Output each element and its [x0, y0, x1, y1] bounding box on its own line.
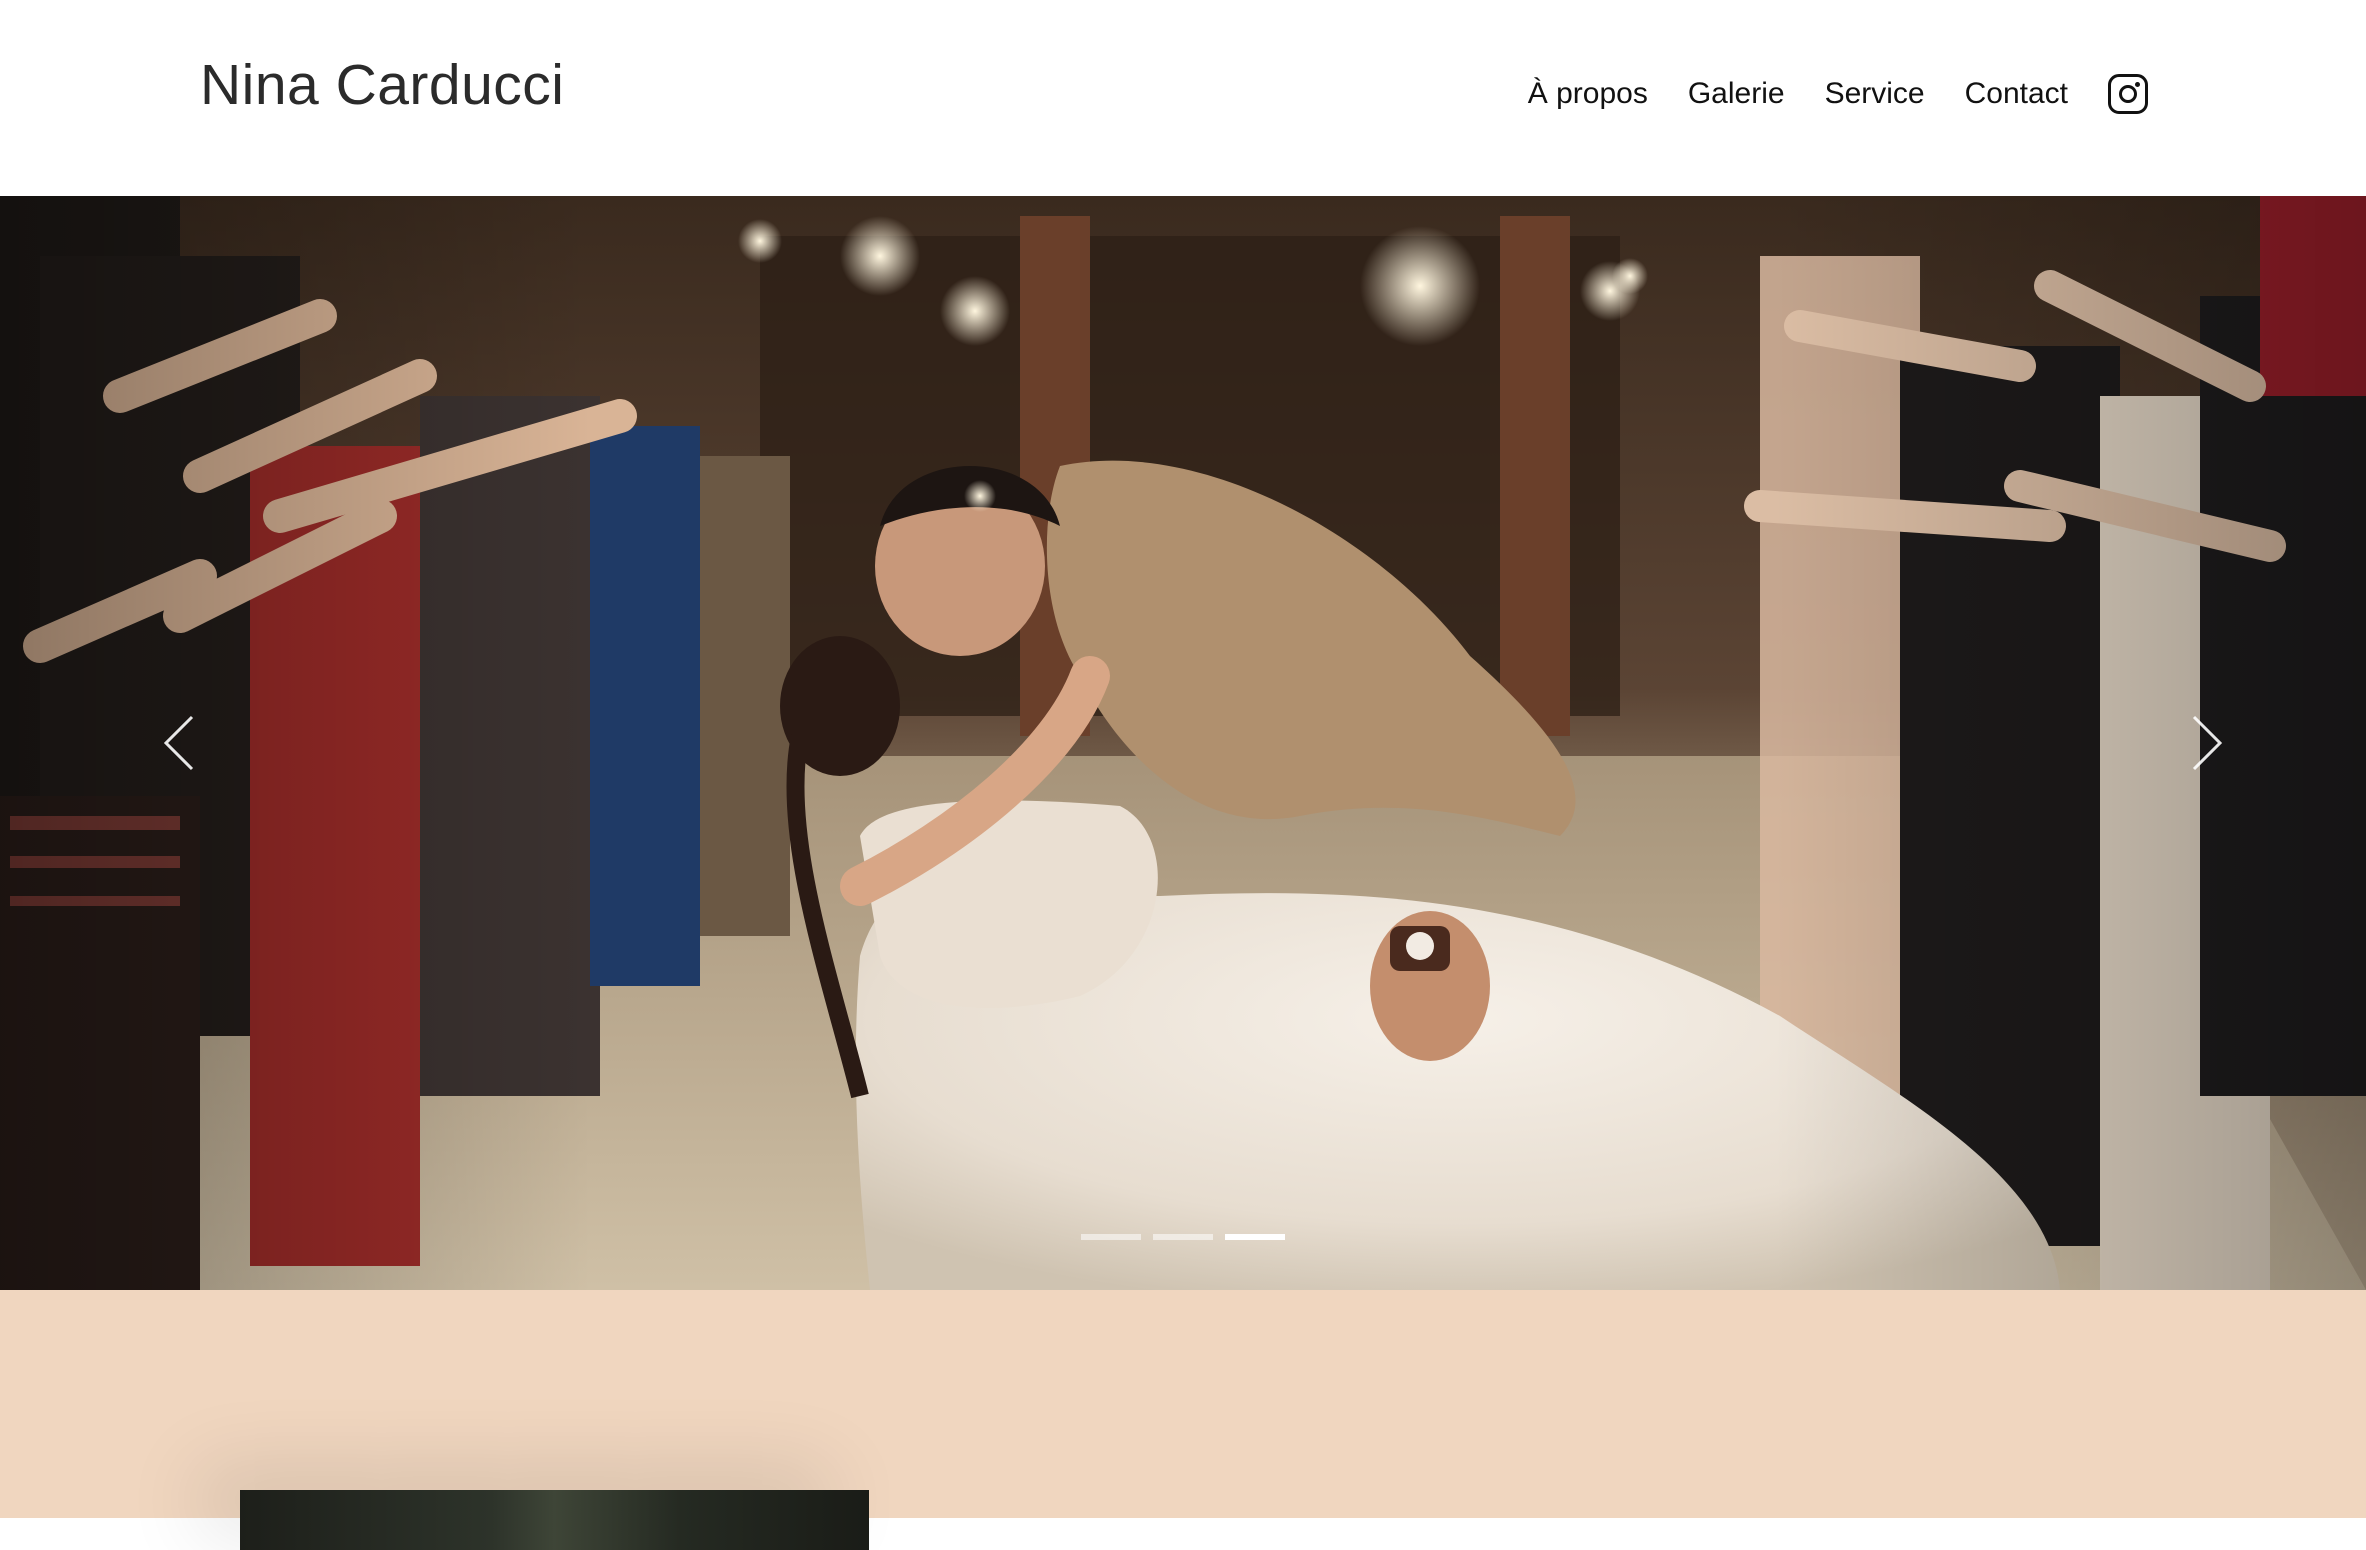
carousel-next-button[interactable] [2168, 688, 2248, 798]
carousel-indicators [1081, 1234, 1285, 1240]
main-nav: À propos Galerie Service Contact [1528, 74, 2148, 114]
hero-carousel [0, 196, 2366, 1290]
site-header: Nina Carducci À propos Galerie Service C… [0, 0, 2366, 196]
chevron-right-icon [2192, 715, 2223, 771]
about-photo [240, 1490, 869, 1550]
nav-link-about[interactable]: À propos [1528, 77, 1648, 111]
carousel-indicator-1[interactable] [1081, 1234, 1141, 1240]
nav-link-gallery[interactable]: Galerie [1688, 77, 1785, 111]
nav-link-contact[interactable]: Contact [1965, 77, 2068, 111]
chevron-left-icon [163, 715, 194, 771]
wedding-slide-image [0, 196, 2366, 1290]
carousel-indicator-3[interactable] [1225, 1234, 1285, 1240]
carousel-prev-button[interactable] [138, 688, 218, 798]
about-section [0, 1290, 2366, 1550]
nav-link-service[interactable]: Service [1825, 77, 1925, 111]
instagram-icon[interactable] [2108, 74, 2148, 114]
site-title[interactable]: Nina Carducci [200, 52, 564, 118]
carousel-indicator-2[interactable] [1153, 1234, 1213, 1240]
